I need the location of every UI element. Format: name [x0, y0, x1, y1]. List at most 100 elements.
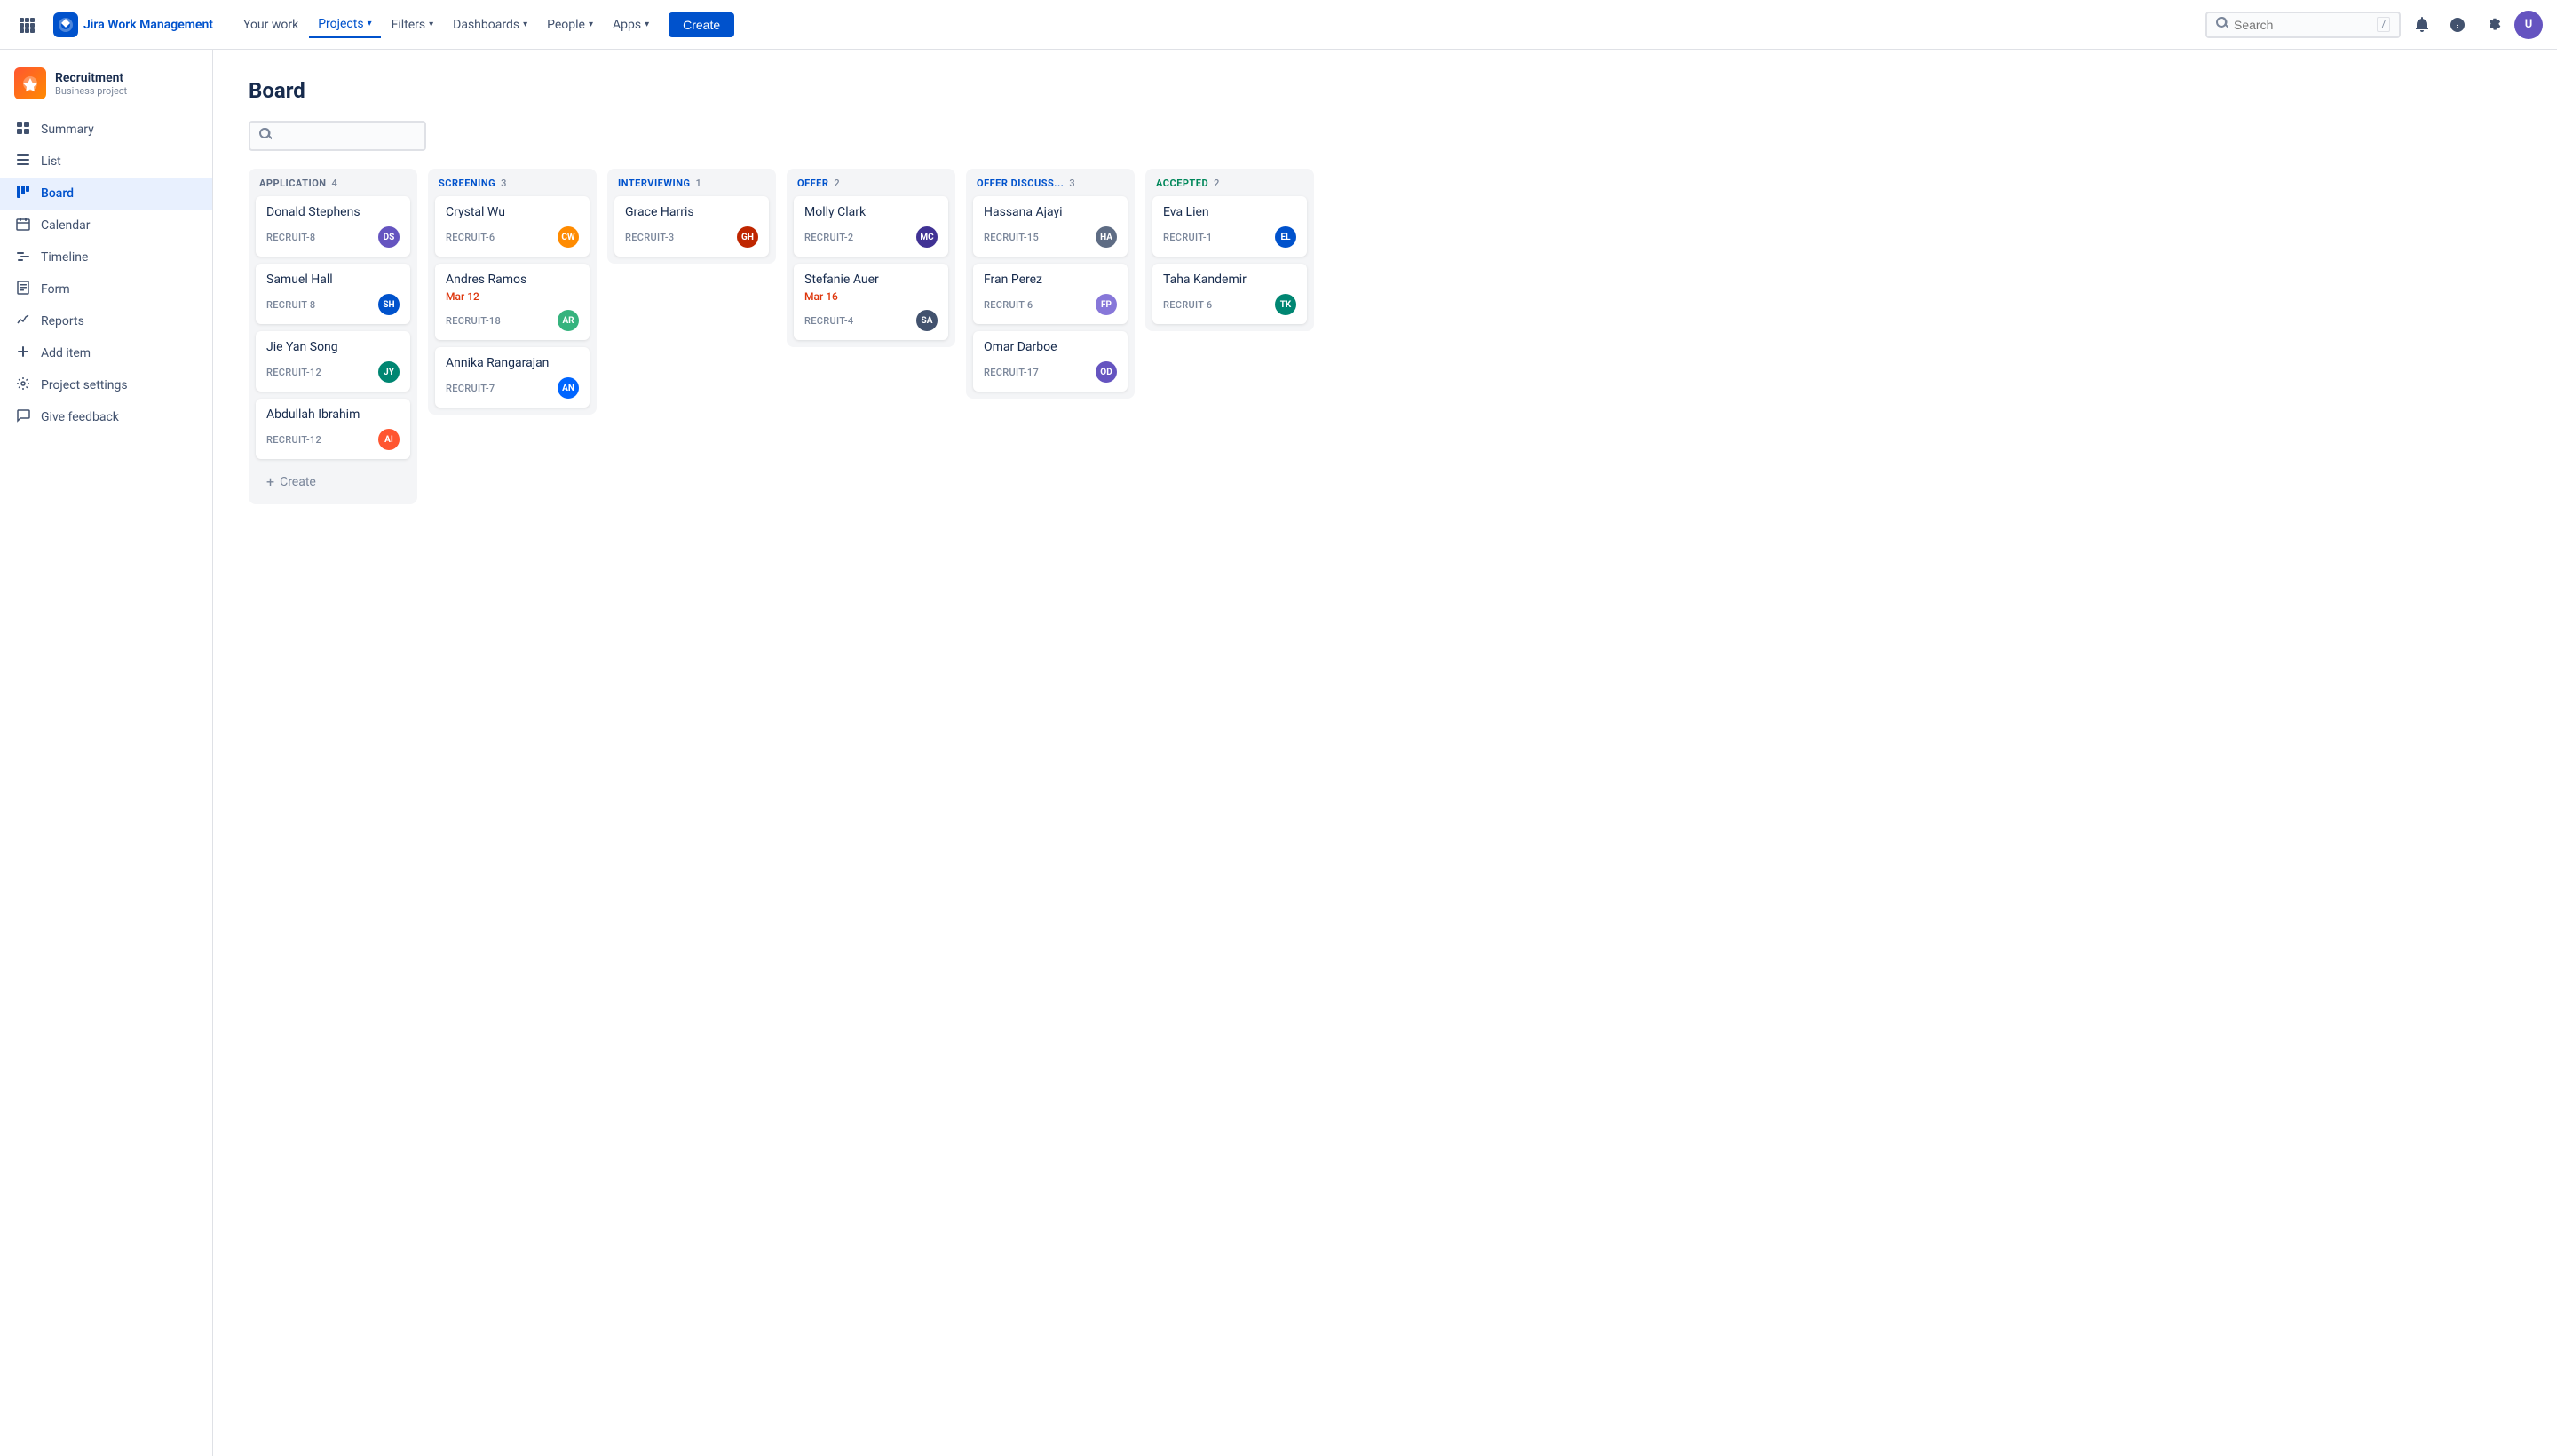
table-row[interactable]: Donald StephensRECRUIT-8DS — [256, 196, 410, 257]
column-header-interviewing: INTERVIEWING1 — [607, 169, 776, 196]
card-name: Stefanie Auer — [804, 273, 938, 287]
nav-people[interactable]: People ▾ — [538, 12, 602, 37]
sidebar-item-project-settings[interactable]: Project settings — [0, 369, 212, 401]
table-row[interactable]: Crystal WuRECRUIT-6CW — [435, 196, 590, 257]
board-column-offer: OFFER2 Molly Clark RECRUIT-2MC Stefanie Aue… — [787, 169, 955, 347]
sidebar-item-board[interactable]: Board — [0, 178, 212, 210]
avatar: GH — [737, 226, 758, 248]
card-name: Hassana Ajayi — [984, 205, 1117, 219]
card-date: Mar 16 — [804, 290, 938, 303]
column-label-interviewing: INTERVIEWING — [618, 178, 690, 189]
avatar: SH — [378, 294, 400, 315]
board-search-input[interactable] — [277, 129, 416, 143]
settings-icon[interactable] — [2479, 11, 2507, 39]
calendar-icon — [14, 217, 32, 234]
table-row[interactable]: Andres Ramos Mar 12 RECRUIT-18AR — [435, 264, 590, 340]
avatar: JY — [378, 361, 400, 383]
grid-menu-icon[interactable] — [14, 12, 39, 37]
create-button[interactable]: Create — [669, 12, 734, 37]
table-row[interactable]: Omar DarboeRECRUIT-17OD — [973, 331, 1128, 392]
card-date: Mar 12 — [446, 290, 579, 303]
sidebar-item-label-form: Form — [41, 282, 70, 297]
project-name: Recruitment — [55, 71, 127, 85]
card-name: Crystal Wu — [446, 205, 579, 219]
notifications-icon[interactable] — [2408, 11, 2436, 39]
give-feedback-icon — [14, 408, 32, 426]
column-header-accepted: ACCEPTED2 — [1145, 169, 1314, 196]
search-icon — [2216, 17, 2228, 33]
nav-projects[interactable]: Projects ▾ — [309, 12, 380, 38]
column-label-accepted: ACCEPTED — [1156, 178, 1208, 189]
search-input[interactable] — [2234, 18, 2371, 32]
table-row[interactable]: Hassana AjayiRECRUIT-15HA — [973, 196, 1128, 257]
card-footer: RECRUIT-18AR — [446, 310, 579, 331]
main-content: Board APPLICATION4Donald StephensRECRUIT… — [213, 50, 2557, 1456]
card-name: Molly Clark — [804, 205, 938, 219]
nav-your-work[interactable]: Your work — [234, 12, 307, 37]
table-row[interactable]: Samuel HallRECRUIT-8SH — [256, 264, 410, 324]
reports-icon — [14, 313, 32, 330]
board-icon — [14, 185, 32, 202]
apps-chevron-icon: ▾ — [645, 20, 649, 29]
nav-dashboards[interactable]: Dashboards ▾ — [444, 12, 536, 37]
project-type: Business project — [55, 85, 127, 97]
form-icon — [14, 281, 32, 298]
sidebar-item-label-board: Board — [41, 186, 74, 201]
card-id: RECRUIT-6 — [984, 299, 1033, 311]
help-icon[interactable] — [2443, 11, 2472, 39]
column-count-offer-discuss: 3 — [1069, 178, 1074, 189]
board-column-screening: SCREENING3Crystal WuRECRUIT-6CW Andres Ra… — [428, 169, 597, 415]
sidebar-item-calendar[interactable]: Calendar — [0, 210, 212, 241]
table-row[interactable]: Fran PerezRECRUIT-6FP — [973, 264, 1128, 324]
card-name: Andres Ramos — [446, 273, 579, 287]
sidebar-item-summary[interactable]: Summary — [0, 114, 212, 146]
avatar: TK — [1275, 294, 1296, 315]
table-row[interactable]: Grace HarrisRECRUIT-3GH — [614, 196, 769, 257]
sidebar-item-label-calendar: Calendar — [41, 218, 91, 233]
user-avatar[interactable]: U — [2514, 11, 2543, 39]
avatar: AN — [558, 377, 579, 399]
logo-text: Jira Work Management — [83, 18, 213, 32]
search-box[interactable]: / — [2205, 12, 2401, 38]
create-card-button[interactable]: + Create — [256, 466, 410, 497]
table-row[interactable]: Eva LienRECRUIT-1EL — [1152, 196, 1307, 257]
card-id: RECRUIT-4 — [804, 315, 853, 327]
card-footer: RECRUIT-2MC — [804, 226, 938, 248]
board-search-box[interactable] — [249, 121, 426, 151]
sidebar-item-timeline[interactable]: Timeline — [0, 241, 212, 273]
sidebar-item-list[interactable]: List — [0, 146, 212, 178]
table-row[interactable]: Molly Clark RECRUIT-2MC — [794, 196, 948, 257]
card-name: Jie Yan Song — [266, 340, 400, 354]
column-cards-screening: Crystal WuRECRUIT-6CW Andres Ramos Mar 12 R… — [428, 196, 597, 415]
sidebar-item-add-item[interactable]: Add item — [0, 337, 212, 369]
card-name: Donald Stephens — [266, 205, 400, 219]
dashboards-chevron-icon: ▾ — [523, 20, 527, 29]
card-footer: RECRUIT-1EL — [1163, 226, 1296, 248]
topnav: Jira Work Management Your work Projects … — [0, 0, 2557, 50]
sidebar-item-reports[interactable]: Reports — [0, 305, 212, 337]
table-row[interactable]: Stefanie AuerMar 16RECRUIT-4SA — [794, 264, 948, 340]
nav-apps[interactable]: Apps ▾ — [604, 12, 658, 37]
logo[interactable]: Jira Work Management — [53, 12, 213, 37]
table-row[interactable]: Jie Yan Song RECRUIT-12 JY — [256, 331, 410, 392]
avatar: EL — [1275, 226, 1296, 248]
table-row[interactable]: Annika RangarajanRECRUIT-7AN — [435, 347, 590, 408]
column-header-offer: OFFER2 — [787, 169, 955, 196]
sidebar-item-give-feedback[interactable]: Give feedback — [0, 401, 212, 433]
table-row[interactable]: Abdullah IbrahimRECRUIT-12AI — [256, 399, 410, 459]
sidebar-item-label-list: List — [41, 154, 61, 169]
card-id: RECRUIT-15 — [984, 232, 1039, 243]
board-column-accepted: ACCEPTED2Eva LienRECRUIT-1EL Taha Kandemi… — [1145, 169, 1314, 331]
project-settings-icon — [14, 376, 32, 394]
sidebar-nav: Summary List Board — [0, 114, 212, 433]
table-row[interactable]: Taha KandemirRECRUIT-6TK — [1152, 264, 1307, 324]
column-label-application: APPLICATION — [259, 178, 327, 189]
column-header-application: APPLICATION4 — [249, 169, 417, 196]
column-label-offer-discuss: OFFER DISCUSS... — [977, 178, 1064, 189]
card-id: RECRUIT-7 — [446, 383, 495, 394]
column-header-screening: SCREENING3 — [428, 169, 597, 196]
nav-filters[interactable]: Filters ▾ — [383, 12, 443, 37]
column-cards-interviewing: Grace HarrisRECRUIT-3GH — [607, 196, 776, 264]
sidebar-item-form[interactable]: Form — [0, 273, 212, 305]
card-id: RECRUIT-12 — [266, 367, 321, 378]
